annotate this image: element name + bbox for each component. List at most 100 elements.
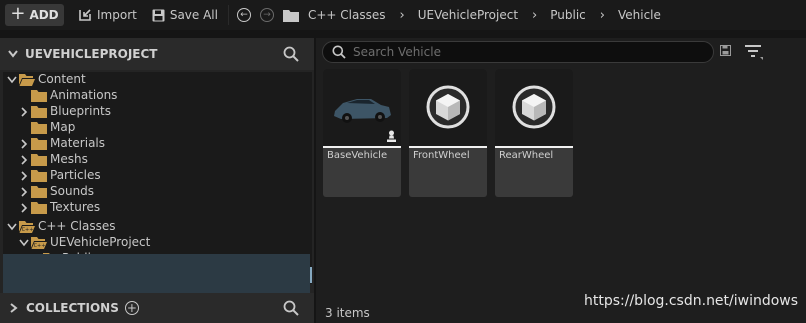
tree-item-map[interactable]: Map bbox=[3, 120, 312, 136]
folder-icon bbox=[31, 122, 47, 134]
breadcrumb-vehicle[interactable]: Vehicle bbox=[618, 8, 661, 22]
folder-open-icon: C++ bbox=[19, 221, 35, 233]
cpp-class-thumbnail bbox=[495, 69, 573, 146]
tree-item-label: Map bbox=[50, 120, 76, 134]
collections-title: COLLECTIONS bbox=[26, 301, 119, 315]
chevron-right-icon[interactable]: › bbox=[400, 8, 405, 23]
folder-icon bbox=[31, 170, 47, 182]
search-icon[interactable] bbox=[283, 46, 299, 62]
save-icon bbox=[152, 9, 165, 21]
folder-icon bbox=[31, 106, 47, 118]
asset-tile-rearwheel[interactable]: RearWheel bbox=[495, 69, 573, 197]
search-icon bbox=[332, 45, 346, 59]
import-button-label: Import bbox=[97, 8, 137, 22]
pawn-icon bbox=[387, 130, 396, 142]
cpp-class-thumbnail bbox=[409, 69, 487, 146]
folder-icon bbox=[31, 154, 47, 166]
asset-type-bar bbox=[495, 146, 573, 148]
chevron-right-icon[interactable] bbox=[19, 155, 29, 165]
add-collection-button[interactable]: + bbox=[124, 301, 139, 315]
sources-title: UEVEHICLEPROJECT bbox=[25, 47, 158, 61]
asset-type-bar bbox=[409, 146, 487, 148]
folder-icon bbox=[31, 90, 47, 102]
content-panel: BaseVehicle FrontWheel RearWheel 3 i bbox=[316, 38, 806, 323]
chevron-right-icon[interactable] bbox=[19, 171, 29, 181]
back-button[interactable]: ← bbox=[236, 8, 251, 22]
chevron-down-icon[interactable] bbox=[7, 222, 17, 232]
folder-open-icon bbox=[19, 74, 35, 86]
tree-item-meshs[interactable]: Meshs bbox=[3, 152, 312, 168]
tree-item-label: Blueprints bbox=[50, 104, 112, 118]
folder-icon bbox=[31, 138, 47, 150]
svg-text:C++: C++ bbox=[22, 227, 34, 233]
folder-icon bbox=[31, 186, 47, 198]
tree-item-label: Materials bbox=[50, 136, 106, 150]
toolbar-divider bbox=[227, 5, 229, 25]
tree-item-label: C++ Classes bbox=[38, 219, 116, 233]
asset-name: RearWheel bbox=[499, 150, 554, 161]
tree-item-label: Animations bbox=[50, 88, 118, 102]
svg-text:C++: C++ bbox=[34, 243, 46, 249]
tree-item-particles[interactable]: Particles bbox=[3, 168, 312, 184]
chevron-right-icon[interactable] bbox=[19, 187, 29, 197]
tree-item-animations[interactable]: Animations bbox=[3, 88, 312, 104]
arrow-right-icon: → bbox=[263, 9, 271, 20]
asset-tile-frontwheel[interactable]: FrontWheel bbox=[409, 69, 487, 197]
folder-icon bbox=[282, 9, 299, 22]
asset-tile-basevehicle[interactable]: BaseVehicle bbox=[323, 69, 401, 197]
arrow-left-icon: ← bbox=[240, 9, 248, 20]
folder-icon bbox=[31, 202, 47, 214]
tree-item-label: Textures bbox=[50, 200, 101, 214]
save-all-button-label: Save All bbox=[169, 8, 218, 22]
chevron-right-icon[interactable] bbox=[10, 303, 18, 313]
watermark-text: https://blog.csdn.net/iwindows bbox=[584, 293, 799, 309]
sources-header[interactable]: UEVEHICLEPROJECT bbox=[0, 38, 314, 70]
sources-panel: UEVEHICLEPROJECT Content Animations Bluepr… bbox=[0, 38, 314, 323]
chevron-right-icon[interactable] bbox=[19, 203, 29, 213]
plus-icon: + bbox=[10, 3, 26, 24]
forward-button[interactable]: → bbox=[259, 8, 274, 22]
cube-icon bbox=[426, 85, 470, 129]
tree-item-sounds[interactable]: Sounds bbox=[3, 184, 312, 200]
import-button[interactable]: Import bbox=[78, 8, 137, 22]
breadcrumb-uevehicleproject[interactable]: UEVehicleProject bbox=[418, 8, 518, 22]
add-button-label: ADD bbox=[29, 8, 59, 22]
chevron-right-icon[interactable]: › bbox=[532, 8, 537, 23]
tree-item-blueprints[interactable]: Blueprints bbox=[3, 104, 312, 120]
tree-item-materials[interactable]: Materials bbox=[3, 136, 312, 152]
tree-item-textures[interactable]: Textures bbox=[3, 200, 312, 216]
asset-type-bar bbox=[323, 146, 401, 148]
asset-name: BaseVehicle bbox=[327, 150, 388, 161]
add-button[interactable]: + ADD bbox=[5, 4, 64, 26]
tree-item-content[interactable]: Content bbox=[3, 72, 312, 88]
save-all-button[interactable]: Save All bbox=[152, 8, 218, 22]
tree-item-uevehicleproject[interactable]: C++ UEVehicleProject bbox=[3, 235, 312, 251]
breadcrumb-cpp-classes[interactable]: C++ Classes bbox=[308, 8, 386, 22]
tree-item-c-classes[interactable]: C++ C++ Classes bbox=[3, 219, 312, 235]
chevron-right-icon[interactable] bbox=[19, 139, 29, 149]
breadcrumb-public[interactable]: Public bbox=[550, 8, 586, 22]
asset-name: FrontWheel bbox=[413, 150, 470, 161]
chevron-right-icon[interactable] bbox=[19, 107, 29, 117]
tree-item-label: Sounds bbox=[50, 184, 95, 198]
chevron-right-icon[interactable]: › bbox=[600, 8, 605, 23]
save-search-icon[interactable] bbox=[720, 45, 731, 56]
search-icon[interactable] bbox=[283, 300, 299, 316]
chevron-down-icon[interactable] bbox=[19, 238, 29, 248]
folder-tree: Content Animations Blueprints Map Materials M… bbox=[3, 72, 312, 284]
toolbar: + ADD Import Save All ← → C++ Classes › … bbox=[0, 0, 806, 30]
car-thumbnail bbox=[323, 69, 401, 146]
tree-item-label: UEVehicleProject bbox=[50, 235, 151, 249]
chevron-down-icon[interactable] bbox=[8, 50, 18, 58]
collections-header[interactable]: COLLECTIONS + bbox=[0, 293, 314, 323]
folder-open-icon: C++ bbox=[31, 237, 47, 249]
filter-icon[interactable] bbox=[744, 44, 764, 60]
cube-icon bbox=[512, 85, 556, 129]
tree-item-label: Particles bbox=[50, 168, 101, 182]
item-count: 3 items bbox=[325, 306, 370, 320]
tree-item-label: Meshs bbox=[50, 152, 88, 166]
asset-search-box[interactable] bbox=[322, 41, 714, 63]
search-input[interactable] bbox=[353, 45, 693, 59]
tree-item-label: Content bbox=[38, 72, 86, 86]
chevron-down-icon[interactable] bbox=[7, 75, 17, 85]
